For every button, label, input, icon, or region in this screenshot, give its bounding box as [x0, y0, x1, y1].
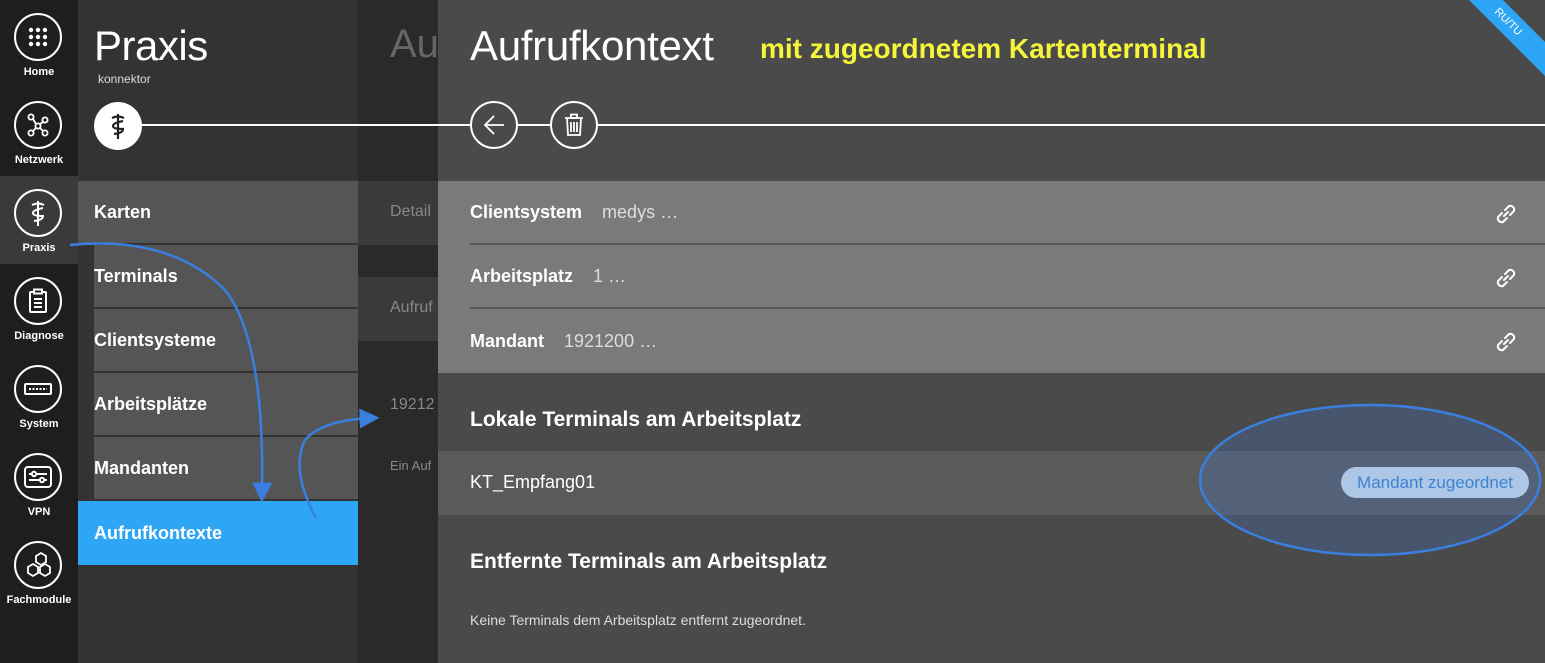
menu-item-mandanten[interactable]: Mandanten — [94, 437, 358, 501]
property-label: Clientsystem — [470, 201, 583, 222]
grid-icon — [14, 13, 62, 61]
divider — [358, 124, 438, 126]
network-icon — [14, 101, 62, 149]
arrow-left-icon — [483, 115, 504, 135]
rail-item-vpn[interactable]: VPN — [0, 440, 78, 528]
property-value: 1 … — [593, 265, 627, 286]
praxis-panel: Praxis konnektor Karten Terminals Client… — [78, 0, 358, 663]
terminal-row[interactable]: KT_Empfang01 Mandant zugeordnet — [438, 451, 1545, 515]
praxis-subtitle: konnektor — [98, 72, 151, 86]
clipboard-icon — [14, 277, 62, 325]
menu-item-karten[interactable]: Karten — [78, 181, 358, 245]
server-icon — [14, 365, 62, 413]
terminal-name: KT_Empfang01 — [470, 472, 596, 492]
hexagons-icon — [14, 541, 62, 589]
rail-label: Diagnose — [14, 330, 64, 342]
trash-icon — [565, 113, 583, 136]
local-terminals-heading: Lokale Terminals am Arbeitsplatz — [470, 408, 802, 431]
rail-label: Praxis — [22, 242, 56, 254]
list-item-value[interactable]: 19212 — [390, 396, 435, 414]
rail-item-praxis[interactable]: Praxis — [0, 176, 78, 264]
link-icon[interactable] — [1493, 201, 1519, 232]
property-value: medys … — [602, 201, 679, 222]
rail-item-fachmodule[interactable]: Fachmodule — [0, 528, 78, 616]
praxis-title: Praxis — [94, 22, 208, 69]
property-label: Arbeitsplatz — [470, 265, 574, 286]
property-row-clientsystem: Clientsystem medys … — [470, 181, 1545, 245]
list-row-label: Aufruf — [390, 299, 433, 316]
list-header-label: Detail — [390, 203, 431, 220]
empty-state-text: Keine Terminals dem Arbeitsplatz entfern… — [470, 612, 806, 628]
property-label: Mandant — [470, 330, 544, 351]
status-badge: Mandant zugeordnet — [1341, 467, 1529, 498]
annotation-text: mit zugeordnetem Kartenterminal — [760, 33, 1207, 64]
menu-item-aufrufkontexte[interactable]: Aufrufkontexte — [78, 501, 358, 565]
rail-item-home[interactable]: Home — [0, 0, 78, 88]
rail-item-diagnose[interactable]: Diagnose — [0, 264, 78, 352]
sliders-icon — [14, 453, 62, 501]
menu-item-clientsysteme[interactable]: Clientsysteme — [94, 309, 358, 373]
caduceus-icon — [14, 189, 62, 237]
property-row-mandant: Mandant 1921200 … — [470, 309, 1545, 373]
list-item-desc: Ein Auf — [390, 458, 432, 473]
rail-label: System — [19, 418, 59, 430]
link-icon[interactable] — [1493, 265, 1519, 296]
menu-item-arbeitsplaetze[interactable]: Arbeitsplätze — [94, 373, 358, 437]
page-title: Aufrufkontext — [470, 22, 714, 69]
remote-terminals-heading: Entfernte Terminals am Arbeitsplatz — [470, 550, 828, 573]
list-panel: Au Detail Aufruf 19212 Ein Auf — [358, 0, 438, 663]
rail-label: Fachmodule — [6, 594, 72, 606]
icon-rail: Home Netzwerk Praxis Diagnose System VPN… — [0, 0, 78, 663]
divider — [438, 124, 1545, 126]
property-list: Clientsystem medys … Arbeitsplatz 1 … Ma… — [438, 181, 1545, 373]
back-button[interactable] — [470, 101, 518, 149]
detail-panel: Aufrufkontext mit zugeordnetem Kartenter… — [438, 0, 1545, 663]
rail-label: VPN — [27, 506, 51, 518]
property-row-arbeitsplatz: Arbeitsplatz 1 … — [470, 245, 1545, 309]
rail-label: Netzwerk — [14, 154, 64, 166]
corner-ribbon: RU/TU — [1453, 0, 1545, 77]
caduceus-icon — [94, 102, 142, 150]
rail-label: Home — [23, 66, 55, 78]
delete-button[interactable] — [550, 101, 598, 149]
divider — [138, 124, 358, 126]
link-icon[interactable] — [1493, 329, 1519, 360]
rail-item-system[interactable]: System — [0, 352, 78, 440]
rail-item-netzwerk[interactable]: Netzwerk — [0, 88, 78, 176]
property-value: 1921200 … — [564, 330, 658, 351]
menu-item-terminals[interactable]: Terminals — [94, 245, 358, 309]
praxis-menu: Karten Terminals Clientsysteme Arbeitspl… — [78, 181, 358, 565]
list-panel-title: Au — [390, 22, 438, 66]
